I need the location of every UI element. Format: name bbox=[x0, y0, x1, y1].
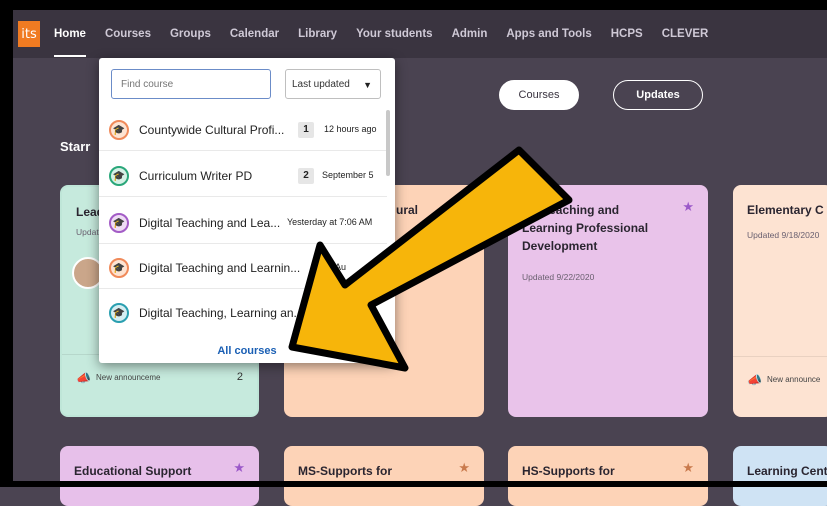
find-course-input[interactable] bbox=[111, 69, 271, 99]
top-navigation: its Home Courses Groups Calendar Library… bbox=[13, 10, 827, 58]
course-card-title: Educational Support bbox=[74, 464, 192, 478]
course-list-item[interactable]: 🎓 Digital Teaching, Learning an... bbox=[99, 293, 395, 333]
announcements-bar[interactable]: 📣 New announceme 2 bbox=[62, 354, 257, 415]
nav-calendar[interactable]: Calendar bbox=[230, 28, 279, 40]
course-badge: 2 bbox=[298, 168, 314, 184]
nav-admin[interactable]: Admin bbox=[452, 28, 488, 40]
announcements-bar[interactable]: 📣 New announce bbox=[733, 356, 827, 417]
graduation-cap-icon: 🎓 bbox=[109, 166, 129, 186]
nav-groups[interactable]: Groups bbox=[170, 28, 211, 40]
updates-toggle-button[interactable]: Updates bbox=[613, 80, 703, 110]
course-badge: 1 bbox=[298, 122, 314, 138]
course-time: Yesterday at 7:06 AM bbox=[287, 217, 373, 227]
star-icon[interactable]: ★ bbox=[233, 460, 245, 476]
course-card-title: ural bbox=[396, 203, 419, 217]
course-time: 12 hours ago bbox=[324, 124, 377, 134]
course-card-title-line: Learning Professional bbox=[522, 221, 649, 235]
graduation-cap-icon: 🎓 bbox=[109, 258, 129, 278]
courses-dropdown: Last updated ▼ 🎓 Countywide Cultural Pro… bbox=[99, 58, 395, 363]
course-list-item[interactable]: 🎓 Countywide Cultural Profi... 1 12 hour… bbox=[99, 110, 395, 150]
course-card-title: HS-Supports for bbox=[522, 464, 615, 478]
course-name: Countywide Cultural Profi... bbox=[139, 123, 285, 137]
course-card[interactable]: ital Teaching and Learning Professional … bbox=[508, 185, 708, 417]
nav-home[interactable]: Home bbox=[54, 28, 86, 57]
course-card[interactable]: MS-Supports for ★ bbox=[284, 446, 484, 506]
course-card[interactable]: HS-Supports for ★ bbox=[508, 446, 708, 506]
course-name: Digital Teaching, Learning an... bbox=[139, 306, 304, 320]
course-list-item[interactable]: 🎓 Digital Teaching and Lea... Yesterday … bbox=[99, 203, 395, 243]
course-card[interactable]: Learning Cent bbox=[733, 446, 827, 506]
screen-border-top bbox=[0, 0, 827, 10]
course-card-title: ital Teaching and Learning Professional … bbox=[522, 201, 648, 255]
screen-border-bottom bbox=[0, 481, 827, 487]
course-card-title: MS-Supports for bbox=[298, 464, 392, 478]
starred-section-heading: Starr bbox=[60, 139, 91, 154]
divider bbox=[99, 288, 387, 289]
nav-your-students[interactable]: Your students bbox=[356, 28, 432, 40]
divider bbox=[99, 243, 387, 244]
megaphone-icon: 📣 bbox=[76, 371, 91, 385]
sort-select[interactable]: Last updated ▼ bbox=[285, 69, 381, 99]
courses-toggle-button[interactable]: Courses bbox=[499, 80, 579, 110]
course-name: Curriculum Writer PD bbox=[139, 169, 253, 183]
course-name: Digital Teaching and Learnin... bbox=[139, 261, 301, 275]
announcements-count: 2 bbox=[236, 371, 243, 383]
course-card[interactable]: Elementary C Updated 9/18/2020 📣 New ann… bbox=[733, 185, 827, 417]
course-time: Au bbox=[335, 262, 347, 272]
graduation-cap-icon: 🎓 bbox=[109, 213, 129, 233]
divider bbox=[99, 150, 387, 151]
course-card-title: Learning Cent bbox=[747, 464, 827, 478]
course-list-item[interactable]: 🎓 Digital Teaching and Learnin... Au bbox=[99, 248, 395, 288]
nav-apps-and-tools[interactable]: Apps and Tools bbox=[506, 28, 591, 40]
announcements-label: New announce bbox=[767, 375, 821, 384]
nav-hcps[interactable]: HCPS bbox=[611, 28, 643, 40]
star-icon[interactable]: ★ bbox=[458, 460, 470, 476]
its-logo[interactable]: its bbox=[18, 21, 40, 47]
nav-clever[interactable]: CLEVER bbox=[662, 28, 709, 40]
course-card-title-line: Development bbox=[522, 239, 598, 253]
course-card-title: Elementary C bbox=[747, 203, 824, 217]
dropdown-scrollbar[interactable] bbox=[386, 110, 390, 176]
course-time: September 5 bbox=[322, 170, 374, 180]
megaphone-icon: 📣 bbox=[747, 373, 762, 387]
star-icon[interactable]: ★ bbox=[682, 199, 694, 215]
all-courses-link[interactable]: All courses bbox=[99, 345, 395, 357]
course-card-updated: Updated 9/22/2020 bbox=[522, 272, 595, 282]
star-icon[interactable]: ★ bbox=[682, 460, 694, 476]
course-card[interactable]: Educational Support ★ bbox=[60, 446, 259, 506]
course-card-updated: Updated 9/18/2020 bbox=[747, 230, 820, 240]
course-name: Digital Teaching and Lea... bbox=[139, 216, 281, 230]
course-list-item[interactable]: 🎓 Curriculum Writer PD 2 September 5 bbox=[99, 156, 395, 196]
divider bbox=[99, 196, 387, 197]
nav-courses[interactable]: Courses bbox=[105, 28, 151, 40]
course-card-title-line: ital Teaching and bbox=[522, 203, 620, 217]
screen-border-left bbox=[0, 0, 13, 487]
sort-select-value: Last updated bbox=[292, 78, 350, 90]
course-card-updated: Updat bbox=[76, 227, 99, 237]
graduation-cap-icon: 🎓 bbox=[109, 120, 129, 140]
announcements-label: New announceme bbox=[96, 373, 161, 382]
nav-library[interactable]: Library bbox=[298, 28, 337, 40]
caret-down-icon: ▼ bbox=[363, 80, 372, 90]
graduation-cap-icon: 🎓 bbox=[109, 303, 129, 323]
